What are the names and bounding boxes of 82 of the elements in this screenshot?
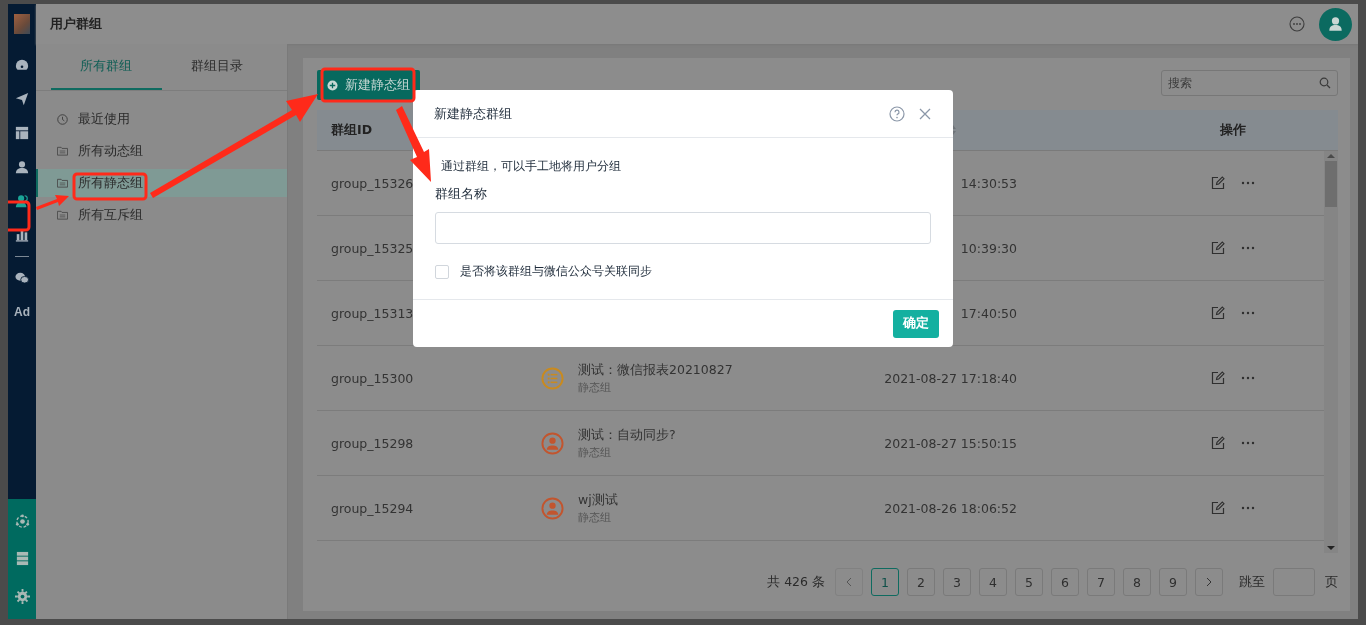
close-icon[interactable] [919,107,931,120]
chevron-left-icon [845,577,853,587]
logo-icon [14,14,30,34]
group-category-item[interactable]: 最近使用 [36,105,287,133]
table-cell-text: group_15326 [330,175,415,191]
search-field[interactable]: 搜索 [1161,70,1338,96]
more-icon[interactable] [1240,376,1255,380]
page-title: 用户群组 [50,15,102,33]
page-button[interactable]: 4 [979,568,1007,596]
table-cell-text: 2021-08-27 15:50:15 [883,435,1018,451]
table-cell-text: 14:30:53 [959,175,1018,191]
table-cell-text: group_15294 [330,500,415,516]
group-category-item[interactable]: 所有互斥组 [36,201,287,229]
folder-icon [57,178,68,188]
edit-icon[interactable] [1210,241,1225,255]
chevron-right-icon [1205,577,1213,587]
help-icon[interactable] [889,105,905,122]
checkbox-label: 是否将该群组与微信公众号关联同步 [460,263,652,280]
clock-icon [57,113,68,125]
plus-icon [327,79,338,91]
settings-icon[interactable] [14,588,30,604]
edit-icon[interactable] [1210,176,1225,190]
page-button[interactable]: 9 [1159,568,1187,596]
user-icon[interactable] [15,160,29,174]
table-cell-text: 2021-08-27 17:18:40 [883,370,1018,386]
group-tab[interactable]: 所有群组 [51,44,162,90]
annotation-arrow [36,195,69,210]
group-tab[interactable]: 群组目录 [161,44,272,90]
edit-icon[interactable] [1210,306,1225,320]
dialog-title: 新建静态群组 [434,104,513,123]
network-icon[interactable] [14,514,30,530]
highlight-box [8,200,31,232]
layout-icon[interactable] [15,126,29,140]
more-icon[interactable] [1240,311,1255,315]
nav-item[interactable]: Ad [10,297,34,327]
page-button[interactable]: 1 [871,568,899,596]
group-name-field[interactable] [435,212,931,244]
folder-icon [57,146,68,156]
message-icon[interactable] [1289,16,1305,32]
scrollbar-thumb[interactable] [1325,161,1337,207]
total-count: 共 426 条 [767,573,825,591]
page-button[interactable]: 8 [1123,568,1151,596]
group-name[interactable]: wj测试 [578,491,618,509]
column-header: 操作 [1218,121,1247,139]
table-cell-text: group_15300 [330,370,415,386]
search-icon[interactable] [1319,77,1331,89]
jump-label: 跳至 [1239,573,1265,591]
table-cell-text: group_15298 [330,435,415,451]
more-icon[interactable] [1240,246,1255,250]
table-cell-text: 10:39:30 [959,240,1018,256]
group-category-item[interactable]: 所有动态组 [36,137,287,165]
table-cell-text: group_15325 [330,240,415,256]
page-button[interactable]: 6 [1051,568,1079,596]
table-cell-text: group_15313 [330,305,415,321]
avatar-icon[interactable] [1319,7,1352,41]
confirm-button[interactable]: 确定 [893,309,939,338]
column-header: 群组ID [330,121,374,139]
page-unit: 页 [1325,573,1338,591]
edit-icon[interactable] [1210,436,1225,450]
chat-icon[interactable] [15,271,29,285]
group-icon[interactable] [15,194,29,208]
page-button[interactable]: 7 [1087,568,1115,596]
table-cell-text: 17:40:50 [959,305,1018,321]
group-category-item[interactable]: 所有静态组 [36,169,287,197]
dialog-description: 通过群组，可以手工地将用户分组 [441,158,622,175]
more-icon[interactable] [1240,181,1255,185]
edit-icon[interactable] [1210,501,1225,515]
table-cell-text: 2021-08-26 18:06:52 [883,500,1018,516]
page-button[interactable]: 5 [1015,568,1043,596]
more-icon[interactable] [1240,506,1255,510]
server-icon[interactable] [14,551,30,567]
folder-icon [57,210,68,220]
field-label: 群组名称 [435,186,488,203]
more-icon[interactable] [1240,441,1255,445]
dashboard-icon[interactable] [15,58,29,72]
group-name[interactable]: 测试：微信报表20210827 [578,361,733,379]
send-icon[interactable] [15,92,29,106]
page-button[interactable]: 2 [907,568,935,596]
checkbox[interactable] [435,264,449,279]
edit-icon[interactable] [1210,371,1225,385]
page-button[interactable]: 3 [943,568,971,596]
group-name[interactable]: 测试：自动同步? [578,426,676,444]
